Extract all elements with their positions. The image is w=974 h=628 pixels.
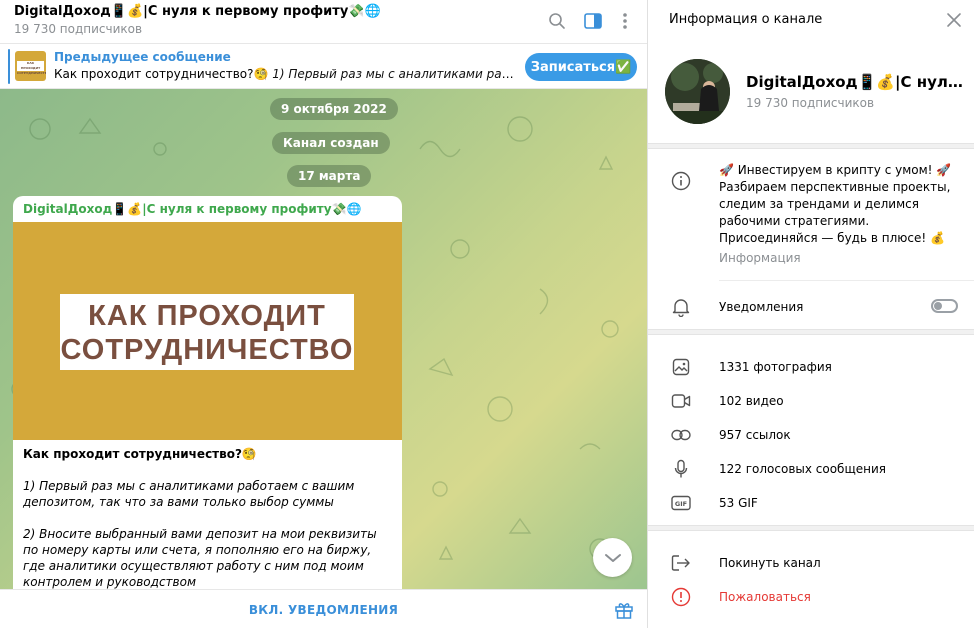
divider [719, 280, 974, 281]
post-paragraph: 1) Первый раз мы с аналитиками работаем … [23, 479, 355, 509]
channel-subscribers: 19 730 подписчиков [746, 96, 875, 110]
chat-pane: DigitalДоход📱💰|С нуля к первому профиту💸… [0, 0, 647, 628]
post-image-line1: КАК ПРОХОДИТ [88, 300, 326, 332]
gif-icon: GIF [670, 492, 692, 514]
post-image-line2: СОТРУДНИЧЕСТВО [60, 334, 354, 366]
chat-header: DigitalДоход📱💰|С нуля к первому профиту💸… [0, 0, 647, 44]
close-icon[interactable] [944, 10, 964, 30]
chat-title[interactable]: DigitalДоход📱💰|С нуля к первому профиту💸… [14, 4, 381, 19]
post-text: Как проходит сотрудничество?🧐 1) Первый … [23, 446, 395, 589]
divider [648, 329, 974, 335]
video-icon [670, 390, 692, 412]
gift-icon[interactable] [614, 600, 634, 620]
join-button[interactable]: Записаться✅ [525, 53, 637, 81]
channel-post[interactable]: DigitalДоход📱💰|С нуля к первому профиту💸… [13, 196, 402, 589]
leave-icon [670, 552, 692, 574]
post-paragraph: 2) Вносите выбранный вами депозит на мои… [23, 527, 377, 589]
notifications-label: Уведомления [719, 300, 804, 314]
enable-notifications-button[interactable]: ВКЛ. УВЕДОМЛЕНИЯ [0, 590, 647, 628]
sidebar-toggle-icon[interactable] [581, 9, 605, 33]
photo-icon [670, 356, 692, 378]
post-image[interactable]: КАК ПРОХОДИТ СОТРУДНИЧЕСТВО [13, 222, 402, 440]
search-icon[interactable] [545, 9, 569, 33]
media-photos[interactable]: 1331 фотография [719, 360, 832, 374]
media-links[interactable]: 957 ссылок [719, 428, 791, 442]
post-image-banner: КАК ПРОХОДИТ СОТРУДНИЧЕСТВО [60, 294, 354, 370]
leave-channel-button[interactable]: Покинуть канал [719, 556, 821, 570]
microphone-icon [670, 458, 692, 480]
channel-info-pane: Информация о канале DigitalДоход📱💰|С нул… [647, 0, 974, 628]
channel-description: 🚀 Инвестируем в крипту с умом! 🚀 Разбира… [719, 163, 952, 245]
post-title: Как проходит сотрудничество?🧐 [23, 447, 257, 461]
media-voice[interactable]: 122 голосовых сообщения [719, 462, 886, 476]
more-icon[interactable] [613, 9, 637, 33]
channel-avatar[interactable] [665, 59, 730, 124]
description-label: Информация [719, 251, 801, 265]
date-pill: 9 октября 2022 [270, 98, 398, 120]
chevron-down-icon [604, 553, 621, 562]
scroll-down-button[interactable] [593, 538, 632, 577]
media-videos[interactable]: 102 видео [719, 394, 784, 408]
pinned-thumbnail: КАК ПРОХОДИТ СОТРУДНИЧЕСТВО [15, 51, 46, 81]
chat-bottom-bar: ВКЛ. УВЕДОМЛЕНИЯ [0, 589, 647, 628]
notifications-toggle[interactable] [931, 299, 958, 313]
service-message: Канал создан [272, 132, 390, 154]
media-gif[interactable]: 53 GIF [719, 496, 758, 510]
info-title: Информация о канале [669, 12, 823, 27]
chat-subscribers: 19 730 подписчиков [14, 22, 143, 36]
channel-name: DigitalДоход📱💰|С нуля к первому профиту💸… [746, 73, 971, 91]
pinned-title: Предыдущее сообщение [54, 50, 231, 64]
post-author[interactable]: DigitalДоход📱💰|С нуля к первому профиту💸… [23, 202, 361, 216]
pinned-text: Как проходит сотрудничество?🧐 1) Первый … [54, 67, 516, 81]
report-button[interactable]: Пожаловаться [719, 590, 811, 604]
svg-text:GIF: GIF [675, 500, 687, 508]
report-icon [670, 586, 692, 608]
info-icon [670, 170, 692, 192]
divider [648, 143, 974, 149]
info-header: Информация о канале [648, 0, 974, 40]
date-pill: 17 марта [287, 165, 372, 187]
pinned-bar [8, 49, 10, 84]
divider [648, 525, 974, 531]
bell-icon [670, 296, 692, 318]
link-icon [670, 424, 692, 446]
